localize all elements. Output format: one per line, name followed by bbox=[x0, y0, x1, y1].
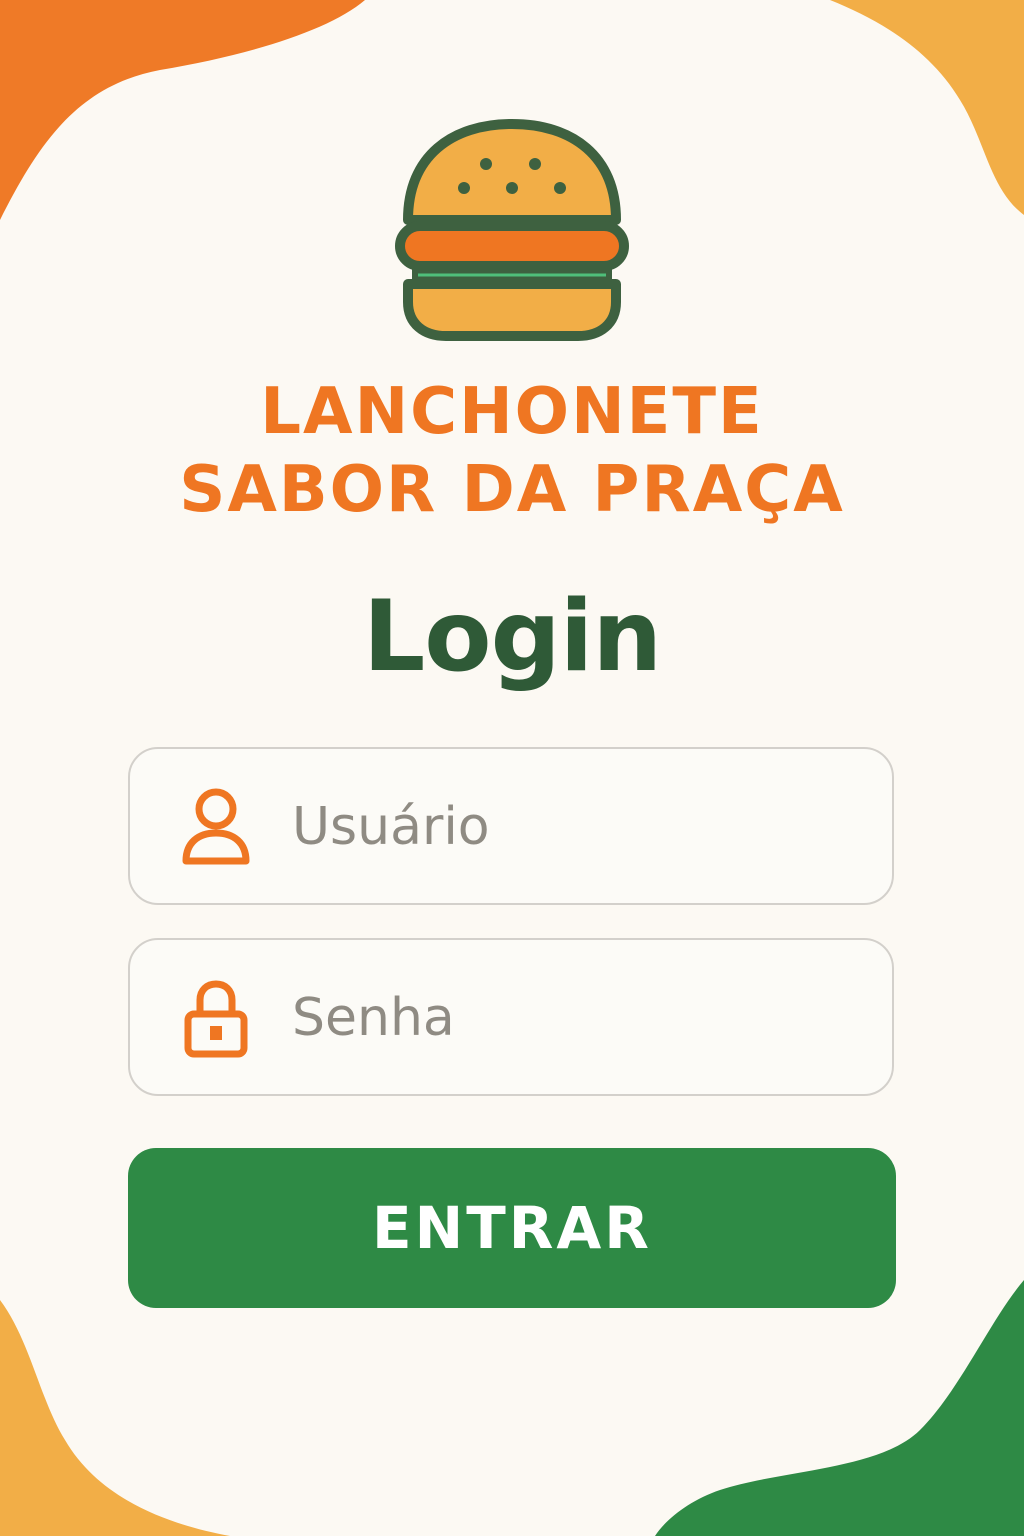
submit-button[interactable]: ENTRAR bbox=[128, 1148, 896, 1308]
lock-icon bbox=[184, 980, 248, 1058]
brand-name-line-1: LANCHONETE bbox=[260, 375, 764, 449]
password-input[interactable] bbox=[290, 940, 854, 1096]
login-screen: LANCHONETE SABOR DA PRAÇA Login ENTRAR bbox=[0, 0, 1024, 1536]
username-input[interactable] bbox=[290, 749, 854, 905]
user-icon bbox=[182, 788, 250, 865]
burger-icon bbox=[395, 119, 629, 341]
brand-name-line-2: SABOR DA PRAÇA bbox=[179, 453, 845, 527]
page-title: Login bbox=[362, 580, 662, 694]
password-field[interactable] bbox=[128, 938, 894, 1096]
username-field[interactable] bbox=[128, 747, 894, 905]
